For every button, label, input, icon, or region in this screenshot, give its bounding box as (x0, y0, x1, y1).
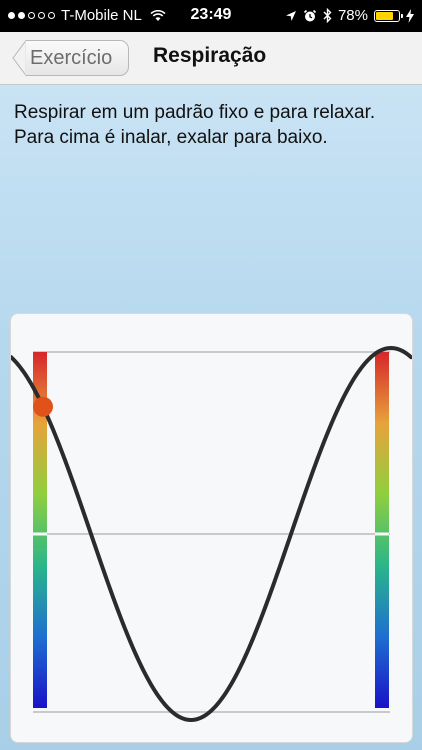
navigation-bar: Exercício Respiração (0, 32, 422, 85)
page-title: Respiração (153, 44, 267, 67)
instructions-text: Respirar em um padrão fixo e para relaxa… (14, 102, 376, 148)
battery-percent: 78% (337, 7, 368, 24)
breathing-chart-card (10, 313, 413, 743)
breathing-indicator-dot (33, 396, 53, 417)
back-chevron-icon (12, 40, 26, 76)
alarm-clock-icon (303, 9, 317, 21)
right-breath-scale (375, 352, 389, 708)
battery-icon (374, 9, 403, 22)
breathing-chart (11, 345, 412, 723)
status-bar: T-Mobile NL 23:49 78% (0, 0, 422, 32)
bluetooth-icon (323, 8, 332, 23)
location-arrow-icon (285, 10, 296, 21)
battery-level (376, 11, 394, 20)
status-right: 78% (285, 7, 414, 24)
back-button-label: Exercício (26, 40, 130, 76)
charging-bolt-icon (406, 8, 414, 23)
back-button[interactable]: Exercício (12, 40, 130, 76)
